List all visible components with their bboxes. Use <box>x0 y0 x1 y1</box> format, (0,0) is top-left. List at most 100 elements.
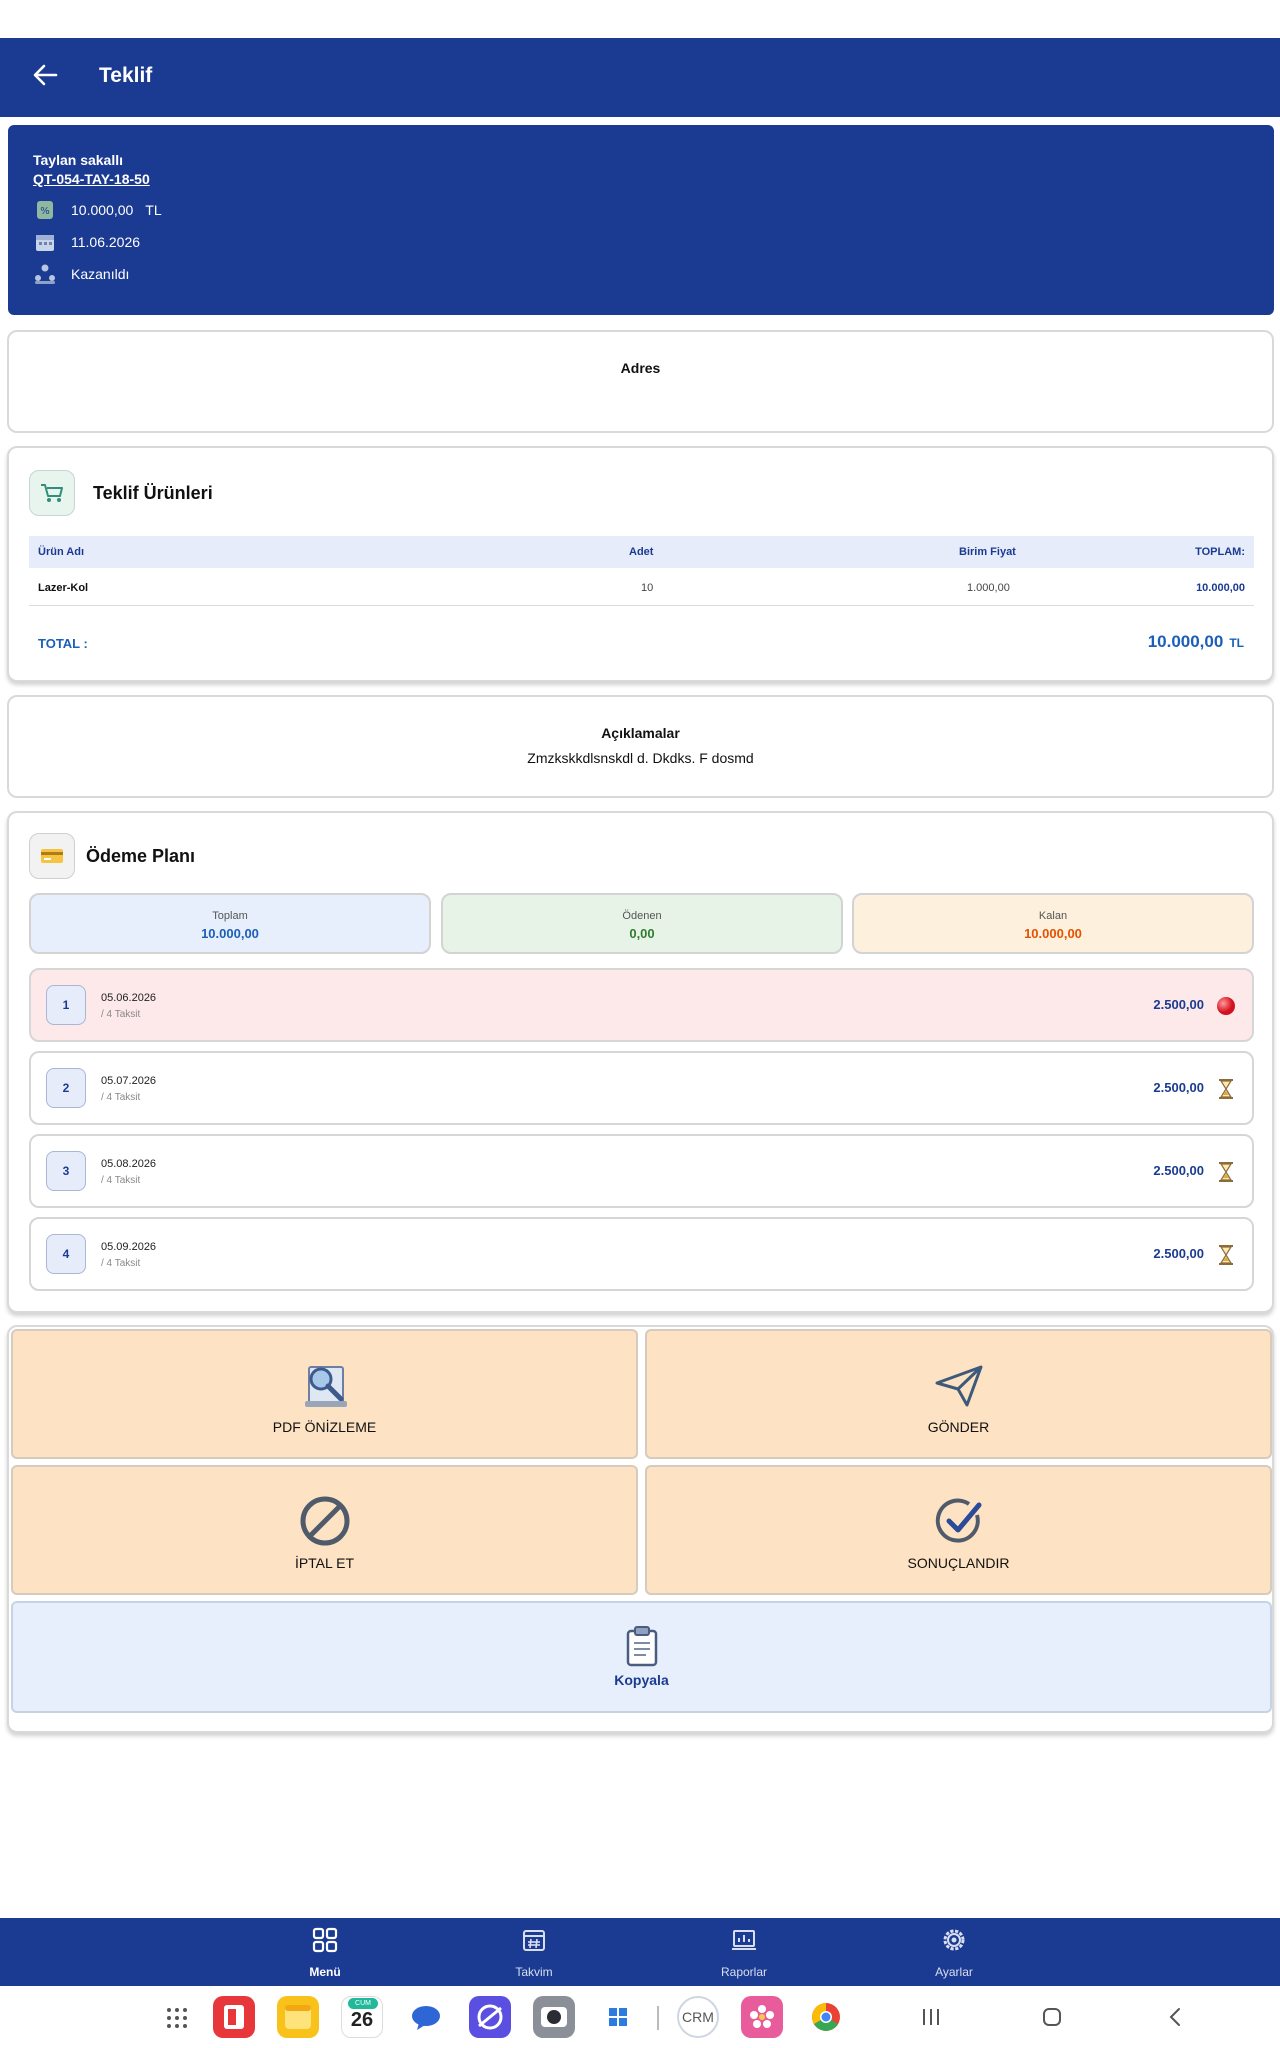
home-icon[interactable] <box>1041 2006 1063 2028</box>
back-arrow-icon[interactable] <box>30 60 60 90</box>
col-unit-price: Birim Fiyat <box>959 546 1016 558</box>
products-table-header: Ürün Adı Adet Birim Fiyat TOPLAM: <box>29 536 1254 568</box>
installment-row[interactable]: 3 05.08.2026 / 4 Taksit 2.500,00 <box>29 1134 1254 1208</box>
col-total: TOPLAM: <box>1195 546 1245 558</box>
notes-title: Açıklamalar <box>601 725 680 741</box>
product-total: 10.000,00 <box>1196 581 1245 594</box>
payment-plan-card: Ödeme Planı Toplam 10.000,00 Ödenen 0,00… <box>7 811 1274 1313</box>
nav-menu-label: Menü <box>309 1965 341 1979</box>
summary-remaining: Kalan 10.000,00 <box>852 893 1254 954</box>
installment-date: 05.07.2026 <box>101 1075 157 1087</box>
product-qty: 10 <box>641 581 654 594</box>
credit-card-icon <box>29 833 75 879</box>
app-drawer-icon[interactable] <box>165 2006 189 2030</box>
quote-date: 11.06.2026 <box>71 234 141 250</box>
installment-row[interactable]: 2 05.07.2026 / 4 Taksit 2.500,00 <box>29 1051 1254 1125</box>
calendar-app-icon[interactable]: CUM 26 <box>341 1996 383 2038</box>
installment-number: 1 <box>46 985 86 1025</box>
calendar-date: 26 <box>350 2009 374 2031</box>
nav-back-icon[interactable] <box>1165 2006 1187 2028</box>
flipboard-app-icon[interactable] <box>213 1996 255 2038</box>
cancel-label: İPTAL ET <box>294 1555 355 1571</box>
send-button[interactable]: GÖNDER <box>645 1329 1272 1459</box>
send-label: GÖNDER <box>927 1419 990 1435</box>
installment-count: / 4 Taksit <box>101 1009 141 1020</box>
nav-settings-label: Ayarlar <box>935 1965 973 1979</box>
paper-plane-icon <box>935 1365 982 1407</box>
installment-row[interactable]: 4 05.09.2026 / 4 Taksit 2.500,00 <box>29 1217 1254 1291</box>
gallery-app-icon[interactable] <box>741 1996 783 2038</box>
installment-row[interactable]: 1 05.06.2026 / 4 Taksit 2.500,00 <box>29 968 1254 1042</box>
total-label: TOTAL : <box>38 636 88 651</box>
cancel-button[interactable]: İPTAL ET <box>11 1465 638 1595</box>
summary-remaining-label: Kalan <box>1038 910 1068 922</box>
copy-button[interactable]: Kopyala <box>11 1601 1272 1713</box>
installment-date: 05.09.2026 <box>101 1241 157 1253</box>
amount-currency: TL <box>145 202 162 218</box>
system-dock: CUM 26 CRM <box>0 1986 1280 2048</box>
status-text: Kazanıldı <box>71 266 130 282</box>
page-title: Teklif <box>99 64 153 87</box>
payment-title: Ödeme Planı <box>86 846 196 866</box>
chrome-app-icon[interactable] <box>805 1996 847 2038</box>
installment-date: 05.08.2026 <box>101 1158 157 1170</box>
installment-amount: 2.500,00 <box>1153 1246 1204 1261</box>
camera-app-icon[interactable] <box>533 1996 575 2038</box>
col-product-name: Ürün Adı <box>38 546 85 558</box>
calendar-icon <box>523 1930 545 1951</box>
dock-divider <box>657 2006 659 2030</box>
pdf-preview-button[interactable]: PDF ÖNİZLEME <box>11 1329 638 1459</box>
installment-number: 3 <box>46 1151 86 1191</box>
notes-card: Açıklamalar Zmzkskkdlsnskdl d. Dkdks. F … <box>7 695 1274 798</box>
recent-apps-icon[interactable] <box>920 2006 942 2028</box>
products-card: Teklif Ürünleri Ürün Adı Adet Birim Fiya… <box>7 446 1274 682</box>
installment-date: 05.06.2026 <box>101 992 157 1004</box>
pdf-preview-icon <box>304 1366 347 1407</box>
col-qty: Adet <box>629 546 654 558</box>
grid-icon <box>312 1927 338 1953</box>
quote-code-link[interactable]: QT-054-TAY-18-50 <box>33 171 150 187</box>
product-name: Lazer-Kol <box>38 581 89 594</box>
installment-amount: 2.500,00 <box>1153 1163 1204 1178</box>
table-row[interactable]: Lazer-Kol 10 1.000,00 10.000,00 <box>29 570 1254 606</box>
finalize-label: SONUÇLANDIR <box>907 1555 1010 1571</box>
nav-settings[interactable]: Ayarlar <box>894 1918 1014 1986</box>
pdf-preview-label: PDF ÖNİZLEME <box>272 1419 377 1435</box>
nav-calendar-label: Takvim <box>515 1965 553 1979</box>
windows-app-icon[interactable] <box>597 1996 639 2038</box>
nav-reports[interactable]: Raporlar <box>684 1918 804 1986</box>
finalize-button[interactable]: SONUÇLANDIR <box>645 1465 1272 1595</box>
calendar-icon <box>33 230 57 254</box>
messages-app-icon[interactable] <box>405 1996 447 2038</box>
summary-paid-value: 0,00 <box>629 926 655 941</box>
internet-app-icon[interactable] <box>469 1996 511 2038</box>
settings-icon <box>943 1929 965 1951</box>
installment-count: / 4 Taksit <box>101 1092 141 1103</box>
hourglass-icon <box>1214 1160 1238 1184</box>
address-title: Adres <box>620 360 661 376</box>
grand-total-currency: TL <box>1229 636 1244 650</box>
summary-remaining-value: 10.000,00 <box>1024 926 1082 941</box>
check-circle-icon <box>935 1498 981 1543</box>
price-tag-icon: % <box>33 198 57 222</box>
overdue-dot-icon <box>1214 994 1238 1018</box>
amount-value: 10.000,00 <box>71 202 134 218</box>
nav-menu[interactable]: Menü <box>265 1918 385 1986</box>
crm-app-icon[interactable]: CRM <box>677 1996 719 2038</box>
customer-name: Taylan sakallı <box>33 152 124 168</box>
notes-app-icon[interactable] <box>277 1996 319 2038</box>
reports-icon <box>732 1930 756 1950</box>
installment-count: / 4 Taksit <box>101 1175 141 1186</box>
installment-number: 4 <box>46 1234 86 1274</box>
installment-amount: 2.500,00 <box>1153 1080 1204 1095</box>
grand-total: 10.000,00 TL <box>1148 632 1244 652</box>
nav-calendar[interactable]: Takvim <box>474 1918 594 1986</box>
copy-label: Kopyala <box>614 1672 669 1688</box>
app-bar: Teklif <box>0 38 1280 117</box>
clipboard-icon <box>626 1626 657 1667</box>
date-row: 11.06.2026 <box>33 229 140 255</box>
cart-icon <box>29 470 75 516</box>
status-row: Kazanıldı <box>33 261 129 287</box>
hourglass-icon <box>1214 1077 1238 1101</box>
notes-text: Zmzkskkdlsnskdl d. Dkdks. F dosmd <box>527 750 754 766</box>
